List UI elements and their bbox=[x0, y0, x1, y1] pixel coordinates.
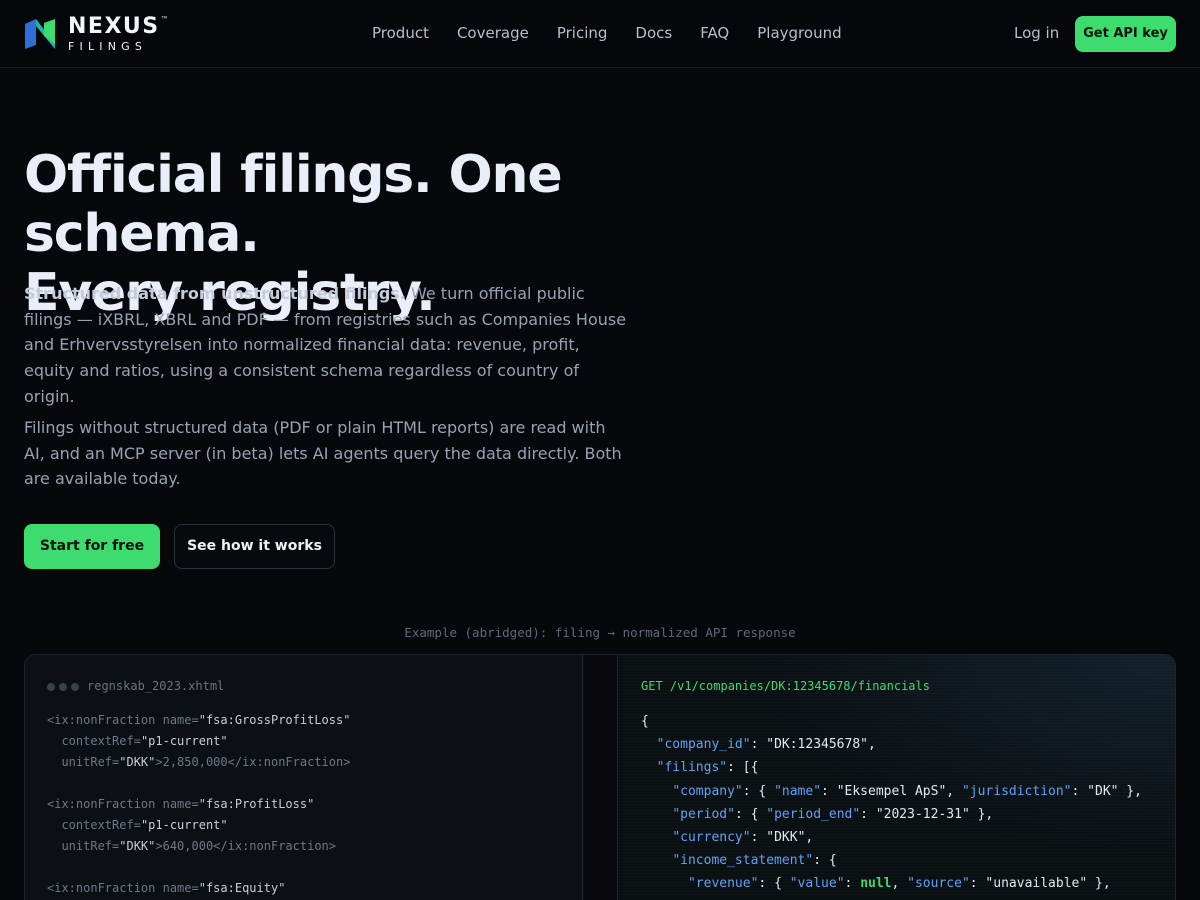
api-response-pane: GET /v1/companies/DK:12345678/financials… bbox=[619, 655, 1175, 900]
get-api-key-button[interactable]: Get API key bbox=[1075, 16, 1176, 52]
hero-lead: Structured data from unstructured filing… bbox=[24, 281, 628, 410]
nav-link-playground[interactable]: Playground bbox=[757, 24, 841, 42]
nav-link-pricing[interactable]: Pricing bbox=[557, 24, 608, 42]
see-how-it-works-button[interactable]: See how it works bbox=[174, 524, 335, 569]
nav-link-docs[interactable]: Docs bbox=[635, 24, 672, 42]
code-example-panel: regnskab_2023.xhtml <ix:nonFraction name… bbox=[24, 654, 1176, 900]
xbrl-source-code: <ix:nonFraction name="fsa:GrossProfitLos… bbox=[47, 713, 351, 895]
logo-word: NEXUS bbox=[68, 14, 160, 39]
nexus-logo-icon bbox=[25, 19, 55, 49]
pane-divider bbox=[584, 655, 618, 900]
logo-subword: FILINGS bbox=[68, 40, 148, 53]
nav-link-faq[interactable]: FAQ bbox=[700, 24, 729, 42]
filing-source-pane: regnskab_2023.xhtml <ix:nonFraction name… bbox=[25, 655, 583, 900]
example-caption: Example (abridged): filing → normalized … bbox=[404, 625, 796, 640]
json-response: { "company_id": "DK:12345678", "filings"… bbox=[641, 714, 1142, 892]
api-endpoint: GET /v1/companies/DK:12345678/financials bbox=[641, 679, 930, 693]
hero-title-line-1: Official filings. One schema. bbox=[24, 145, 563, 264]
logo-trademark: ™ bbox=[160, 15, 169, 24]
hero-secondary-text: Filings without structured data (PDF or … bbox=[24, 418, 622, 489]
nav-link-coverage[interactable]: Coverage bbox=[457, 24, 529, 42]
nav-link-product[interactable]: Product bbox=[372, 24, 429, 42]
window-dots bbox=[47, 683, 79, 691]
window-dot-icon bbox=[71, 683, 79, 691]
window-dot-icon bbox=[59, 683, 67, 691]
top-navbar: NEXUS™ FILINGS Product Coverage Pricing … bbox=[0, 0, 1200, 68]
hero-lead-bold: Structured data from unstructured filing… bbox=[24, 284, 406, 303]
nav-links: Product Coverage Pricing Docs FAQ Playgr… bbox=[372, 24, 870, 42]
logo[interactable]: NEXUS™ FILINGS bbox=[24, 14, 169, 53]
login-link[interactable]: Log in bbox=[1014, 24, 1059, 42]
source-file-name: regnskab_2023.xhtml bbox=[87, 679, 225, 693]
window-dot-icon bbox=[47, 683, 55, 691]
start-for-free-button[interactable]: Start for free bbox=[24, 524, 160, 569]
